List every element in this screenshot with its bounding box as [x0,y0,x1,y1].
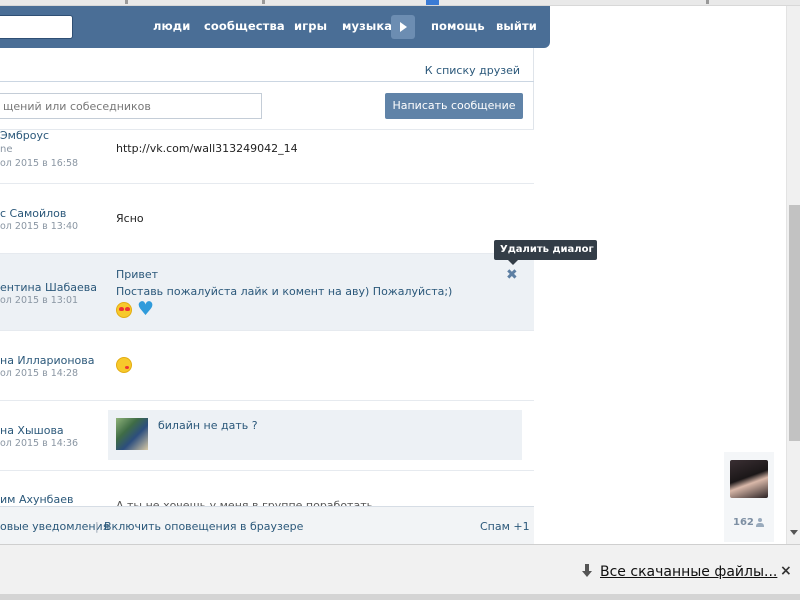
sender-avatar [116,418,148,450]
notifications-link[interactable]: овые уведомления [0,520,109,533]
dialog-date: ол 2015 в 16:58 [0,158,79,169]
messages-footer: овые уведомления | Включить оповещения в… [0,506,534,544]
dialog-message: билайн не дать ? [158,419,258,432]
dialog-row[interactable]: на Илларионова ол 2015 в 14:28 [0,331,534,401]
dialog-name[interactable]: ентина Шабаева [0,281,97,294]
dialog-message: http://vk.com/wall313249042_14 [116,142,298,155]
dialog-row[interactable]: с Самойлов ол 2015 в 13:40 Ясно [0,184,534,254]
nav-communities[interactable]: сообщества [204,19,285,33]
header-search-input[interactable] [0,15,73,39]
site-header: люди сообщества игры музыка помощь выйти [0,6,550,48]
delete-dialog-tooltip: Удалить диалог [494,240,597,265]
heart-eyes-emoji-icon [116,302,132,318]
message-preview: билайн не дать ? [108,410,522,460]
dialog-row[interactable]: ентина Шабаева ол 2015 в 13:01 Привет По… [0,254,534,331]
divider [0,81,534,82]
dialog-name[interactable]: с Самойлов [0,207,66,220]
dialog-message-line: Привет [116,268,159,281]
write-message-button[interactable]: Написать сообщение [385,93,523,119]
dialog-date: ол 2015 в 13:01 [0,295,79,306]
dialog-name[interactable]: на Илларионова [0,354,94,367]
friend-avatar[interactable] [730,460,768,498]
person-icon [756,518,764,527]
blue-heart-emoji-icon [137,298,154,320]
dialog-name[interactable]: на Хышова [0,424,64,437]
strip-tick [706,0,709,4]
dialog-name[interactable]: им Ахунбаев [0,493,73,506]
enable-browser-alerts-link[interactable]: Включить оповещения в браузере [104,520,303,533]
nav-help[interactable]: помощь [431,19,485,33]
strip-tick [125,0,128,4]
footer-separator: | [95,520,99,533]
online-friend-widget[interactable]: 162 [724,452,774,542]
nav-games[interactable]: игры [294,19,327,33]
dialog-message-line: Поставь пожалуйста лайк и комент на аву)… [116,285,453,298]
close-icon[interactable]: × [780,563,792,579]
page-scrollbar[interactable] [786,6,800,544]
friend-count: 162 [733,517,754,528]
messages-panel: К списку друзей щений или собеседников Н… [0,48,534,554]
scroll-down-icon[interactable] [790,530,798,535]
nav-music[interactable]: музыка [342,19,392,33]
dialog-search-input[interactable]: щений или собеседников [0,93,262,119]
kiss-emoji-icon [116,357,132,373]
music-play-icon[interactable] [391,15,415,39]
dialog-name[interactable]: Эмброус [0,129,49,142]
spam-link[interactable]: Спам +1 [480,520,530,533]
dialog-row[interactable]: на Хышова ол 2015 в 14:36 билайн не дать… [0,401,534,471]
viewport: люди сообщества игры музыка помощь выйти… [0,0,800,600]
scrollbar-thumb[interactable] [789,205,800,441]
dialog-date: ол 2015 в 14:28 [0,368,79,379]
dialog-message: Ясно [116,212,144,225]
dialog-status: ne [0,144,13,155]
all-downloads-link[interactable]: Все скачанные файлы... [600,564,777,580]
friends-list-link[interactable]: К списку друзей [425,64,520,77]
dialog-date: ол 2015 в 14:36 [0,438,79,449]
dialog-date: ол 2015 в 13:40 [0,221,79,232]
download-icon [582,564,592,578]
download-bar: Все скачанные файлы... × [0,544,800,600]
delete-dialog-icon[interactable]: ✖ [506,268,518,282]
nav-logout[interactable]: выйти [496,19,537,33]
dialog-row[interactable]: Эмброус ne ол 2015 в 16:58 http://vk.com… [0,129,534,184]
nav-people[interactable]: люди [153,19,190,33]
strip-tab-indicator [426,0,439,5]
strip-tick [262,0,265,4]
taskbar-strip [0,594,800,600]
